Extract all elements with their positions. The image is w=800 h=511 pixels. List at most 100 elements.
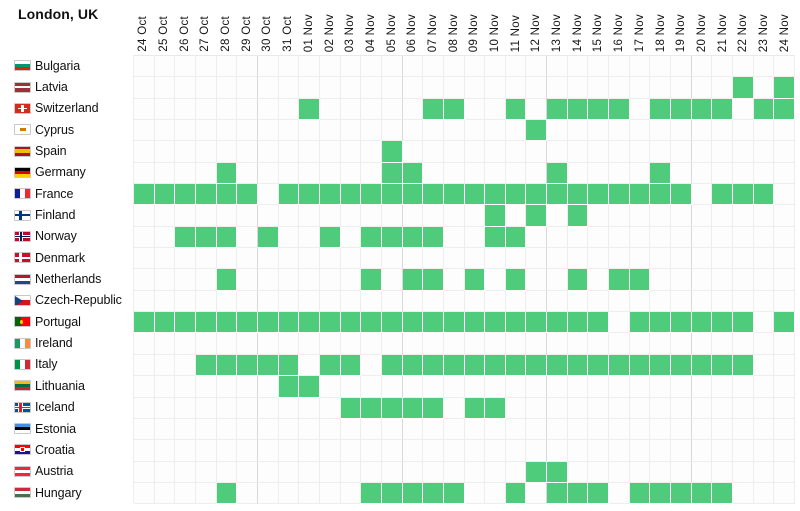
- grid-cell-empty[interactable]: [691, 376, 713, 398]
- grid-cell-empty[interactable]: [195, 269, 217, 291]
- grid-cell-empty[interactable]: [402, 120, 424, 142]
- grid-cell-empty[interactable]: [299, 354, 320, 377]
- grid-cell-filled[interactable]: [505, 312, 527, 334]
- grid-cell-empty[interactable]: [175, 141, 196, 163]
- grid-cell-filled[interactable]: [505, 354, 527, 377]
- grid-cell-empty[interactable]: [691, 162, 713, 185]
- grid-cell-filled[interactable]: [154, 312, 176, 334]
- grid-cell-empty[interactable]: [547, 440, 568, 462]
- grid-cell-empty[interactable]: [443, 397, 465, 419]
- grid-cell-empty[interactable]: [774, 141, 795, 163]
- grid-cell-filled[interactable]: [175, 312, 196, 334]
- grid-cell-empty[interactable]: [278, 56, 300, 78]
- grid-cell-empty[interactable]: [671, 141, 692, 163]
- grid-cell-empty[interactable]: [588, 120, 610, 142]
- grid-cell-filled[interactable]: [526, 461, 548, 483]
- grid-cell-empty[interactable]: [629, 461, 651, 483]
- grid-cell-empty[interactable]: [712, 333, 734, 355]
- grid-cell-empty[interactable]: [733, 205, 754, 227]
- grid-cell-empty[interactable]: [505, 162, 527, 185]
- grid-cell-empty[interactable]: [340, 120, 362, 142]
- grid-cell-empty[interactable]: [753, 56, 775, 78]
- grid-cell-empty[interactable]: [154, 418, 176, 441]
- grid-cell-filled[interactable]: [733, 354, 754, 377]
- grid-cell-filled[interactable]: [216, 162, 238, 185]
- grid-cell-empty[interactable]: [402, 440, 424, 462]
- grid-cell-empty[interactable]: [526, 290, 548, 313]
- grid-cell-empty[interactable]: [381, 376, 403, 398]
- grid-cell-empty[interactable]: [257, 418, 279, 441]
- grid-cell-empty[interactable]: [154, 333, 176, 355]
- grid-cell-empty[interactable]: [237, 333, 258, 355]
- grid-cell-empty[interactable]: [195, 440, 217, 462]
- grid-cell-empty[interactable]: [154, 248, 176, 270]
- grid-cell-empty[interactable]: [464, 418, 486, 441]
- grid-cell-empty[interactable]: [381, 120, 403, 142]
- grid-cell-empty[interactable]: [629, 376, 651, 398]
- grid-cell-filled[interactable]: [485, 312, 506, 334]
- grid-cell-filled[interactable]: [381, 162, 403, 185]
- grid-cell-empty[interactable]: [402, 141, 424, 163]
- grid-cell-empty[interactable]: [650, 333, 672, 355]
- grid-cell-empty[interactable]: [733, 333, 754, 355]
- grid-cell-empty[interactable]: [547, 226, 568, 249]
- grid-cell-empty[interactable]: [340, 269, 362, 291]
- grid-cell-empty[interactable]: [774, 418, 795, 441]
- grid-cell-empty[interactable]: [257, 333, 279, 355]
- grid-cell-empty[interactable]: [134, 418, 155, 441]
- grid-cell-filled[interactable]: [278, 184, 300, 206]
- grid-cell-empty[interactable]: [237, 482, 258, 505]
- grid-cell-empty[interactable]: [134, 56, 155, 78]
- grid-cell-filled[interactable]: [443, 184, 465, 206]
- grid-cell-filled[interactable]: [402, 482, 424, 505]
- grid-cell-filled[interactable]: [464, 269, 486, 291]
- grid-cell-empty[interactable]: [505, 397, 527, 419]
- grid-cell-empty[interactable]: [299, 77, 320, 99]
- grid-cell-empty[interactable]: [237, 162, 258, 185]
- grid-cell-empty[interactable]: [691, 461, 713, 483]
- grid-cell-filled[interactable]: [134, 184, 155, 206]
- grid-cell-empty[interactable]: [485, 141, 506, 163]
- grid-cell-filled[interactable]: [195, 354, 217, 377]
- grid-cell-empty[interactable]: [505, 205, 527, 227]
- grid-cell-filled[interactable]: [588, 98, 610, 121]
- grid-cell-empty[interactable]: [505, 56, 527, 78]
- grid-cell-empty[interactable]: [629, 290, 651, 313]
- grid-cell-empty[interactable]: [257, 269, 279, 291]
- grid-cell-empty[interactable]: [567, 397, 589, 419]
- grid-cell-empty[interactable]: [505, 461, 527, 483]
- grid-cell-empty[interactable]: [381, 461, 403, 483]
- grid-cell-empty[interactable]: [195, 98, 217, 121]
- grid-cell-empty[interactable]: [691, 205, 713, 227]
- grid-cell-empty[interactable]: [216, 418, 238, 441]
- grid-cell-empty[interactable]: [134, 290, 155, 313]
- grid-cell-empty[interactable]: [278, 205, 300, 227]
- grid-cell-filled[interactable]: [402, 397, 424, 419]
- grid-cell-empty[interactable]: [485, 290, 506, 313]
- grid-cell-empty[interactable]: [423, 77, 444, 99]
- grid-cell-empty[interactable]: [340, 205, 362, 227]
- grid-cell-empty[interactable]: [175, 461, 196, 483]
- grid-cell-empty[interactable]: [443, 56, 465, 78]
- grid-cell-empty[interactable]: [134, 141, 155, 163]
- grid-cell-empty[interactable]: [443, 333, 465, 355]
- grid-cell-empty[interactable]: [319, 205, 341, 227]
- grid-cell-empty[interactable]: [609, 461, 630, 483]
- grid-cell-empty[interactable]: [753, 354, 775, 377]
- grid-cell-empty[interactable]: [195, 205, 217, 227]
- grid-cell-empty[interactable]: [753, 141, 775, 163]
- grid-cell-filled[interactable]: [423, 184, 444, 206]
- grid-cell-filled[interactable]: [567, 205, 589, 227]
- grid-cell-empty[interactable]: [361, 56, 382, 78]
- grid-cell-empty[interactable]: [753, 312, 775, 334]
- grid-cell-filled[interactable]: [299, 376, 320, 398]
- grid-cell-empty[interactable]: [774, 290, 795, 313]
- grid-cell-empty[interactable]: [712, 226, 734, 249]
- grid-cell-empty[interactable]: [753, 77, 775, 99]
- grid-cell-empty[interactable]: [175, 120, 196, 142]
- grid-cell-empty[interactable]: [505, 248, 527, 270]
- grid-cell-empty[interactable]: [443, 141, 465, 163]
- grid-cell-empty[interactable]: [609, 248, 630, 270]
- grid-cell-empty[interactable]: [423, 162, 444, 185]
- grid-cell-filled[interactable]: [650, 312, 672, 334]
